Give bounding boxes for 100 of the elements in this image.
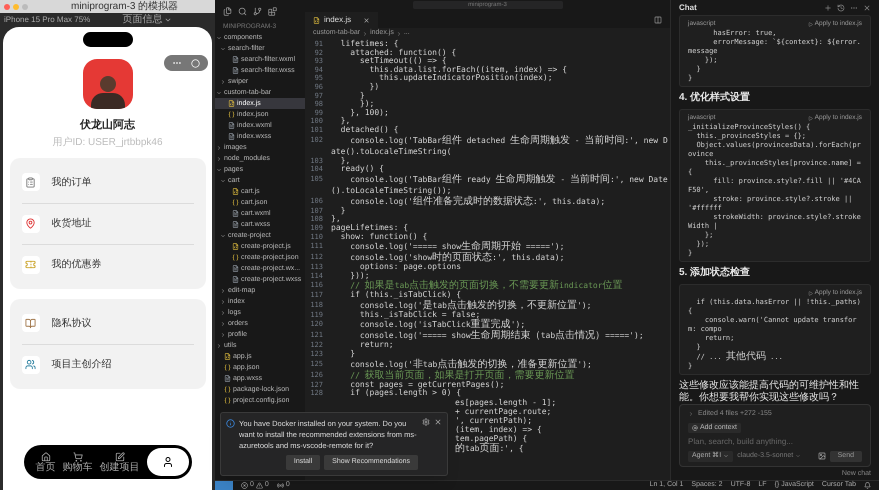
file-icon <box>232 265 239 272</box>
code-line: })); <box>349 272 370 280</box>
avatar-placeholder <box>82 59 132 109</box>
tab-icon <box>114 452 124 462</box>
history-icon[interactable] <box>837 4 845 12</box>
js-file-icon <box>224 353 231 360</box>
notification-bell-icon[interactable] <box>864 482 871 489</box>
caret-icon <box>723 453 730 460</box>
file-icon <box>232 56 239 63</box>
editor-tab[interactable]: index.js <box>305 12 378 28</box>
code-line: }) <box>368 82 380 92</box>
page-info-dropdown[interactable]: 页面信息 <box>122 14 172 26</box>
user-name: 伏龙山阿志 <box>80 118 135 133</box>
code-line: show: function() { <box>340 232 428 242</box>
file-icon <box>228 133 235 140</box>
code-line: }, 100); <box>349 108 389 118</box>
settings-icon[interactable] <box>422 418 430 426</box>
close-icon <box>363 16 370 24</box>
code-line: 的tab页面:', { <box>455 442 524 454</box>
file-icon <box>224 375 231 382</box>
file-icon <box>232 67 239 74</box>
device-selector[interactable]: iPhone 15 Pro Max 75% <box>4 14 90 26</box>
json-file-icon <box>232 199 239 206</box>
menu-item-label[interactable]: 项目主创介绍 <box>52 357 112 372</box>
chat-heading: 4. 优化样式设置 <box>679 92 752 104</box>
code-comment: // 如果是tab点击触发的页面切换，不需要更新indicator位置 <box>349 280 623 292</box>
json-file-icon <box>232 254 239 261</box>
code-line: ', currentPath); <box>455 416 532 425</box>
json-file-icon <box>224 397 231 404</box>
code-line: (item, index) => { <box>455 424 542 434</box>
code-line: + currentPage.route; <box>455 406 552 416</box>
image-icon[interactable] <box>818 452 826 460</box>
play-icon <box>808 22 813 26</box>
code-line: }, <box>330 215 341 224</box>
tab-bar-item[interactable] <box>146 448 188 476</box>
json-file-icon <box>224 386 231 393</box>
window-title: miniprogram-3 的模拟器 <box>71 0 178 12</box>
code-line: tem.pagePath) { <box>455 434 528 443</box>
json-file-icon <box>228 111 235 118</box>
tab-bar-item[interactable]: 购物车 <box>62 452 92 472</box>
tab-bar-item[interactable]: 首页 <box>36 452 56 472</box>
extensions-icon[interactable] <box>268 6 277 16</box>
warning-icon <box>256 482 263 489</box>
tab-icon <box>162 456 174 468</box>
files-icon[interactable] <box>223 6 232 16</box>
expand-chevron-icon <box>688 411 694 418</box>
menu-item-label[interactable]: 隐私协议 <box>52 316 92 330</box>
file-icon <box>228 122 235 129</box>
menu-item-label[interactable]: 收货地址 <box>52 216 92 231</box>
menu-item-label[interactable]: 我的订单 <box>52 174 92 190</box>
chat-title: Chat <box>679 2 697 14</box>
user-id: 用户ID: USER_jrtbbpk46 <box>52 136 163 150</box>
capsule-menu[interactable] <box>164 55 208 71</box>
new-chat-icon[interactable] <box>824 4 832 12</box>
code-line: es[pages.length - 1]; <box>455 398 556 407</box>
code-line: } <box>349 350 356 359</box>
js-file-icon <box>232 188 239 195</box>
code-line: if (pages.length > 0) { <box>349 389 462 398</box>
code-line: this._isTabClick = false; <box>358 310 480 319</box>
code-line: this.updateIndicatorPosition(index); <box>379 74 553 83</box>
play-icon <box>808 290 813 296</box>
code-line: console.log('TabBar组件 detached 生命周期触发 - 当前时间:', new Date().toLocaleTimeString( <box>330 134 669 156</box>
menu-item-icon <box>25 218 36 229</box>
code-line: console.log('isTabClick重置完成'); <box>358 319 526 330</box>
play-icon <box>808 116 813 120</box>
split-editor-icon[interactable] <box>654 16 662 24</box>
close-icon[interactable] <box>434 418 442 426</box>
code-line: }, <box>340 156 350 165</box>
json-file-icon <box>224 364 231 371</box>
menu-item-label[interactable]: 我的优惠券 <box>52 257 102 272</box>
tab-bar-item[interactable]: 创建项目 <box>100 452 140 472</box>
chat-input-field[interactable]: Plan, search, build anything... <box>688 436 862 448</box>
collapse-chevron-icon <box>220 78 226 84</box>
breadcrumb-separator-icon <box>362 30 368 36</box>
code-line: } <box>358 92 365 100</box>
code-line: return; <box>358 341 394 350</box>
code-line: lifetimes: { <box>340 40 398 48</box>
menu-item-icon <box>25 259 36 270</box>
code-line: console.log('show时的页面状态:', this.data); <box>349 252 564 264</box>
ports-icon <box>276 482 284 489</box>
camera-notch <box>82 32 132 47</box>
expand-chevron-icon <box>216 90 222 96</box>
file-icon <box>232 221 239 228</box>
code-line: console.log('组件准备完成时的数据状态:', this.data); <box>349 196 606 207</box>
branch-icon[interactable] <box>253 6 262 16</box>
breadcrumb-separator-icon <box>396 30 402 36</box>
info-icon <box>226 419 235 428</box>
search-icon[interactable] <box>238 6 247 16</box>
close-target-icon <box>190 58 200 68</box>
code-line: console.log('===== show生命周期开始 ====='); <box>349 241 564 252</box>
code-line: pageLifetimes: { <box>330 224 408 232</box>
code-line: const pages = getCurrentPages(); <box>349 380 504 389</box>
code-line: console.log('是tab点击触发的切换，不更新位置'); <box>358 300 592 311</box>
tab-icon <box>72 452 82 462</box>
chat-message: 这些修改应该能提高代码的可维护性和性能。你想要我帮你实现这些修改吗？ <box>679 380 860 404</box>
code-line: setTimeout(() => { <box>358 57 447 66</box>
close-icon[interactable] <box>863 4 871 12</box>
code-line: if (this._isTabClick) { <box>349 291 462 300</box>
code-line: console.log('非tab点击触发的切换，准备更新位置'); <box>349 358 592 370</box>
code-line: this.data.list.forEach((item, index) => { <box>368 66 568 74</box>
